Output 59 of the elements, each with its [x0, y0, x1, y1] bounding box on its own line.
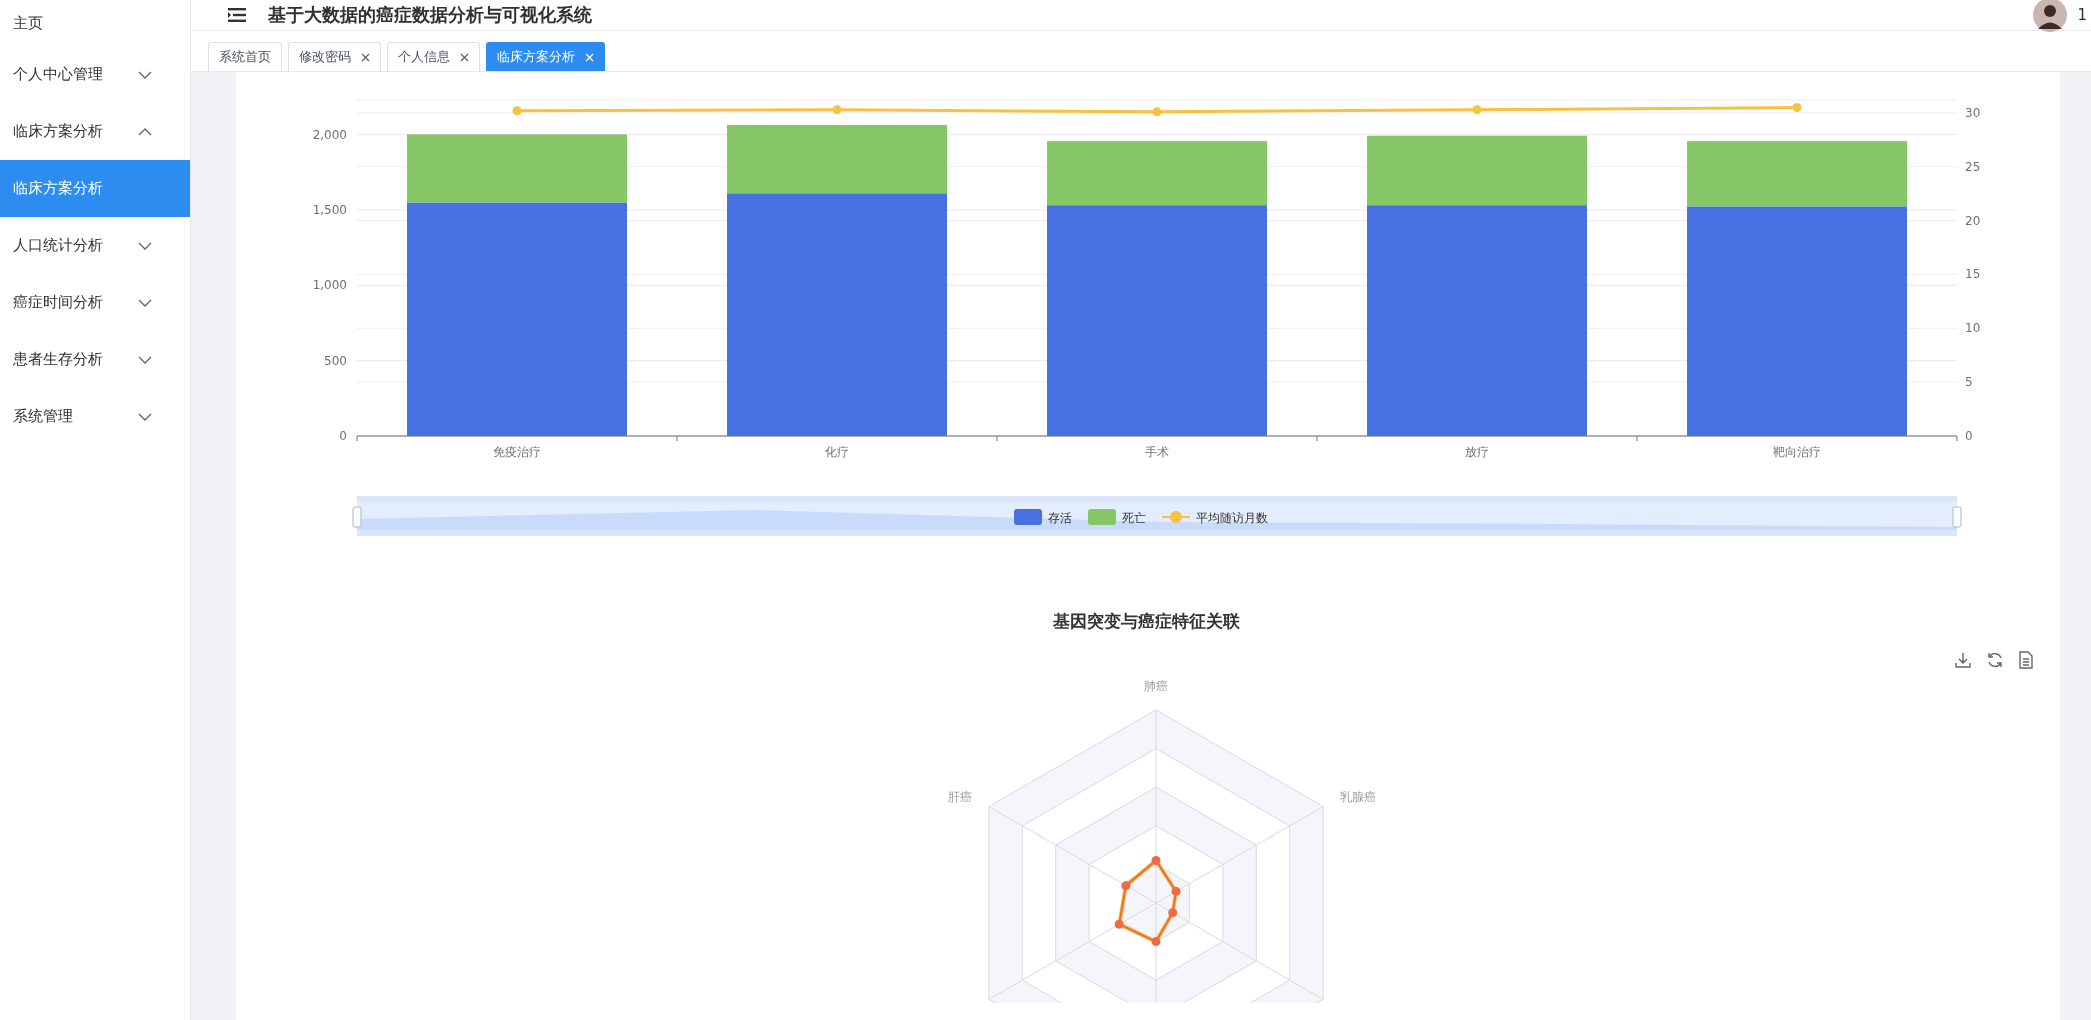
sidebar-item[interactable]: 癌症时间分析	[0, 274, 190, 331]
chevron-down-icon	[138, 70, 152, 79]
sidebar-item[interactable]: 系统管理	[0, 388, 190, 445]
chevron-down-icon	[138, 412, 152, 421]
tab[interactable]: 系统首页	[208, 42, 282, 71]
axis-label: 500	[324, 353, 347, 368]
app-title: 基于大数据的癌症数据分析与可视化系统	[268, 3, 592, 27]
sidebar-item[interactable]: 主页	[0, 0, 190, 46]
tab[interactable]: 修改密码	[288, 42, 381, 71]
data-point	[832, 105, 842, 115]
axis-label: 25	[1965, 159, 1981, 174]
chevron-down-icon	[138, 355, 152, 364]
axis-label: 20	[1965, 213, 1981, 228]
axis-label: 1,500	[312, 203, 347, 217]
zoom-slider[interactable]	[357, 496, 1957, 536]
axis-label: 2,000	[312, 127, 347, 142]
axis-label: 肝癌	[947, 789, 972, 804]
axis-label: 0	[339, 429, 347, 443]
axis-label: 放疗	[1465, 445, 1489, 459]
axis-label: 15	[1965, 267, 1981, 282]
close-icon[interactable]	[460, 52, 469, 62]
slider-handle[interactable]	[1952, 506, 1962, 528]
sidebar-item[interactable]: 个人中心管理	[0, 46, 190, 103]
data-point	[1472, 105, 1482, 115]
chart-title: 基因突变与癌症特征关联	[1051, 610, 1241, 633]
username[interactable]: 1	[2077, 6, 2091, 24]
axis-label: 5	[1965, 375, 1973, 390]
data-point	[512, 106, 522, 116]
legend-swatch[interactable]	[1014, 509, 1042, 525]
axis-label: 化疗	[825, 445, 849, 459]
axis-label: 手术	[1145, 445, 1169, 459]
menu-icon[interactable]	[228, 8, 246, 22]
refresh-icon[interactable]	[1986, 651, 2004, 669]
chevron-down-icon	[138, 298, 152, 307]
data-point	[1792, 103, 1802, 113]
download-icon[interactable]	[1954, 651, 1972, 669]
legend-label[interactable]: 平均随访月数	[1196, 511, 1268, 525]
data-point	[1152, 107, 1162, 117]
close-icon[interactable]	[361, 52, 370, 62]
slider-handle[interactable]	[352, 506, 362, 528]
chevron-up-icon	[138, 127, 152, 136]
sidebar-item[interactable]: 临床方案分析	[0, 103, 190, 160]
legend-label[interactable]: 存活	[1048, 511, 1072, 525]
legend-label[interactable]: 死亡	[1122, 511, 1146, 525]
axis-label: 乳腺癌	[1340, 789, 1377, 804]
tab[interactable]: 个人信息	[387, 42, 480, 71]
document-icon[interactable]	[2018, 651, 2034, 669]
legend-swatch[interactable]	[1088, 509, 1116, 525]
axis-label: 30	[1965, 105, 1981, 120]
avatar[interactable]	[2033, 0, 2068, 32]
axis-label: 1,000	[312, 278, 347, 293]
axis-label: 免疫治疗	[493, 445, 541, 459]
chevron-down-icon	[138, 241, 152, 250]
axis-label: 靶向治疗	[1773, 445, 1821, 459]
axis-label: 0	[1965, 429, 1973, 443]
sidebar-item[interactable]: 人口统计分析	[0, 217, 190, 274]
sidebar-item[interactable]: 患者生存分析	[0, 331, 190, 388]
axis-label: 10	[1965, 321, 1981, 336]
axis-label: 肺癌	[1144, 679, 1168, 693]
